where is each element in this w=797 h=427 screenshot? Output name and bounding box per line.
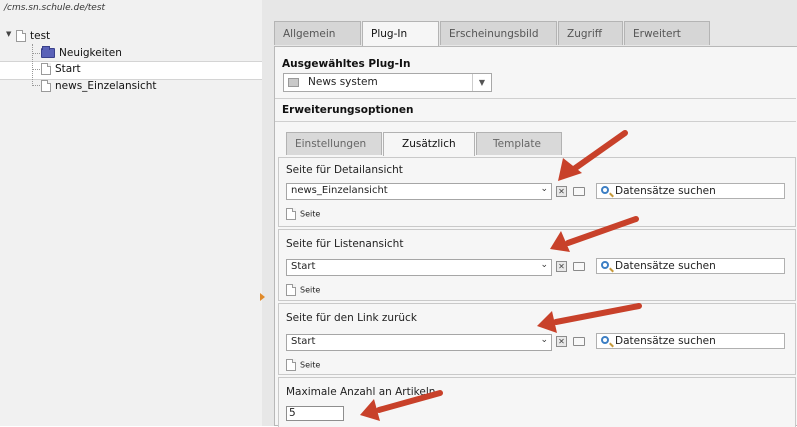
chevron-down-icon[interactable]: ▼ [472, 74, 491, 91]
chevron-down-icon[interactable]: ⌄ [540, 260, 548, 270]
page-icon [286, 208, 296, 220]
content-panel: Allgemein Plug-In Erscheinungsbild Zugri… [260, 0, 797, 427]
tab-erweitert[interactable]: Erweitert [624, 21, 710, 45]
folder-browse-icon[interactable] [573, 262, 585, 271]
back-link-page-select[interactable]: Start ⌄ [286, 334, 552, 351]
tree-item-label: Neuigkeiten [59, 47, 122, 59]
field-label: Seite für Listenansicht [286, 238, 404, 250]
search-placeholder: Datensätze suchen [615, 185, 716, 197]
tree-item-label: Start [55, 63, 81, 75]
field-label: Maximale Anzahl an Artikeln [286, 386, 436, 398]
tree-path: /cms.sn.schule.de/test [4, 3, 106, 13]
plugin-select-value: News system [308, 76, 378, 88]
tree-item-neuigkeiten[interactable]: Neuigkeiten [41, 45, 122, 61]
divider [275, 98, 796, 99]
tree-item-start[interactable]: Start [41, 61, 81, 77]
tree-line [32, 85, 40, 86]
tree-line [32, 53, 40, 54]
tab-zugriff[interactable]: Zugriff [558, 21, 623, 45]
record-search-input[interactable]: Datensätze suchen [596, 333, 785, 349]
expand-toggle-icon[interactable]: ▼ [6, 30, 11, 38]
page-type-tag: Seite [286, 208, 320, 222]
search-placeholder: Datensätze suchen [615, 260, 716, 272]
plugin-select[interactable]: News system ▼ [283, 73, 492, 92]
search-icon [601, 261, 609, 269]
clear-icon[interactable]: ✕ [556, 336, 567, 347]
type-label: Seite [300, 285, 321, 295]
divider [275, 121, 796, 122]
tab-erscheinungsbild[interactable]: Erscheinungsbild [440, 21, 557, 45]
page-type-tag: Seite [286, 359, 320, 373]
folder-browse-icon[interactable] [573, 337, 585, 346]
select-value: news_Einzelansicht [291, 185, 388, 196]
clear-icon[interactable]: ✕ [556, 186, 567, 197]
subtab-template[interactable]: Template [476, 132, 562, 155]
folder-browse-icon[interactable] [573, 187, 585, 196]
clear-icon[interactable]: ✕ [556, 261, 567, 272]
field-list-page: Seite für Listenansicht Start ⌄ ✕ Datens… [278, 229, 796, 301]
page-icon [41, 63, 51, 75]
page-type-tag: Seite [286, 284, 320, 298]
page-icon [286, 284, 296, 296]
chevron-down-icon[interactable]: ⌄ [540, 335, 548, 345]
search-icon [601, 186, 609, 194]
plugin-section-label: Ausgewähltes Plug-In [282, 58, 411, 70]
search-icon [601, 336, 609, 344]
record-search-input[interactable]: Datensätze suchen [596, 183, 785, 199]
chevron-down-icon[interactable]: ⌄ [540, 184, 548, 194]
tree-item-news-einzelansicht[interactable]: news_Einzelansicht [41, 78, 157, 94]
folder-icon [41, 46, 55, 58]
tab-sheet: Ausgewähltes Plug-In News system ▼ Erwei… [274, 46, 797, 427]
type-label: Seite [300, 360, 321, 370]
subtab-einstellungen[interactable]: Einstellungen [286, 132, 382, 155]
field-label: Seite für Detailansicht [286, 164, 403, 176]
tree-line [32, 44, 33, 86]
search-placeholder: Datensätze suchen [615, 335, 716, 347]
tab-allgemein[interactable]: Allgemein [274, 21, 361, 45]
select-value: Start [291, 261, 316, 272]
page-icon [286, 359, 296, 371]
type-label: Seite [300, 209, 321, 219]
record-search-input[interactable]: Datensätze suchen [596, 258, 785, 274]
tree-line [32, 69, 40, 70]
max-articles-input[interactable]: 5 [286, 406, 344, 421]
field-detail-page: Seite für Detailansicht news_Einzelansic… [278, 157, 796, 227]
extension-section-label: Erweiterungsoptionen [282, 104, 414, 116]
section-marker-icon [260, 293, 265, 301]
page-icon [41, 80, 51, 92]
field-label: Seite für den Link zurück [286, 312, 417, 324]
subtab-zusaetzlich[interactable]: Zusätzlich [383, 132, 475, 156]
tree-item-label: news_Einzelansicht [55, 80, 157, 92]
select-value: Start [291, 336, 316, 347]
tree-root-label: test [30, 30, 51, 42]
tree-root-test[interactable]: test [16, 28, 50, 44]
field-back-link-page: Seite für den Link zurück Start ⌄ ✕ Date… [278, 303, 796, 375]
plugin-icon [288, 78, 299, 87]
list-page-select[interactable]: Start ⌄ [286, 259, 552, 276]
page-tree: /cms.sn.schule.de/test ▼ test Neuigkeite… [0, 0, 263, 426]
root-page-icon [16, 30, 26, 42]
field-max-articles: Maximale Anzahl an Artikeln 5 [278, 377, 796, 427]
detail-page-select[interactable]: news_Einzelansicht ⌄ [286, 183, 552, 200]
tab-plug-in[interactable]: Plug-In [362, 21, 439, 47]
